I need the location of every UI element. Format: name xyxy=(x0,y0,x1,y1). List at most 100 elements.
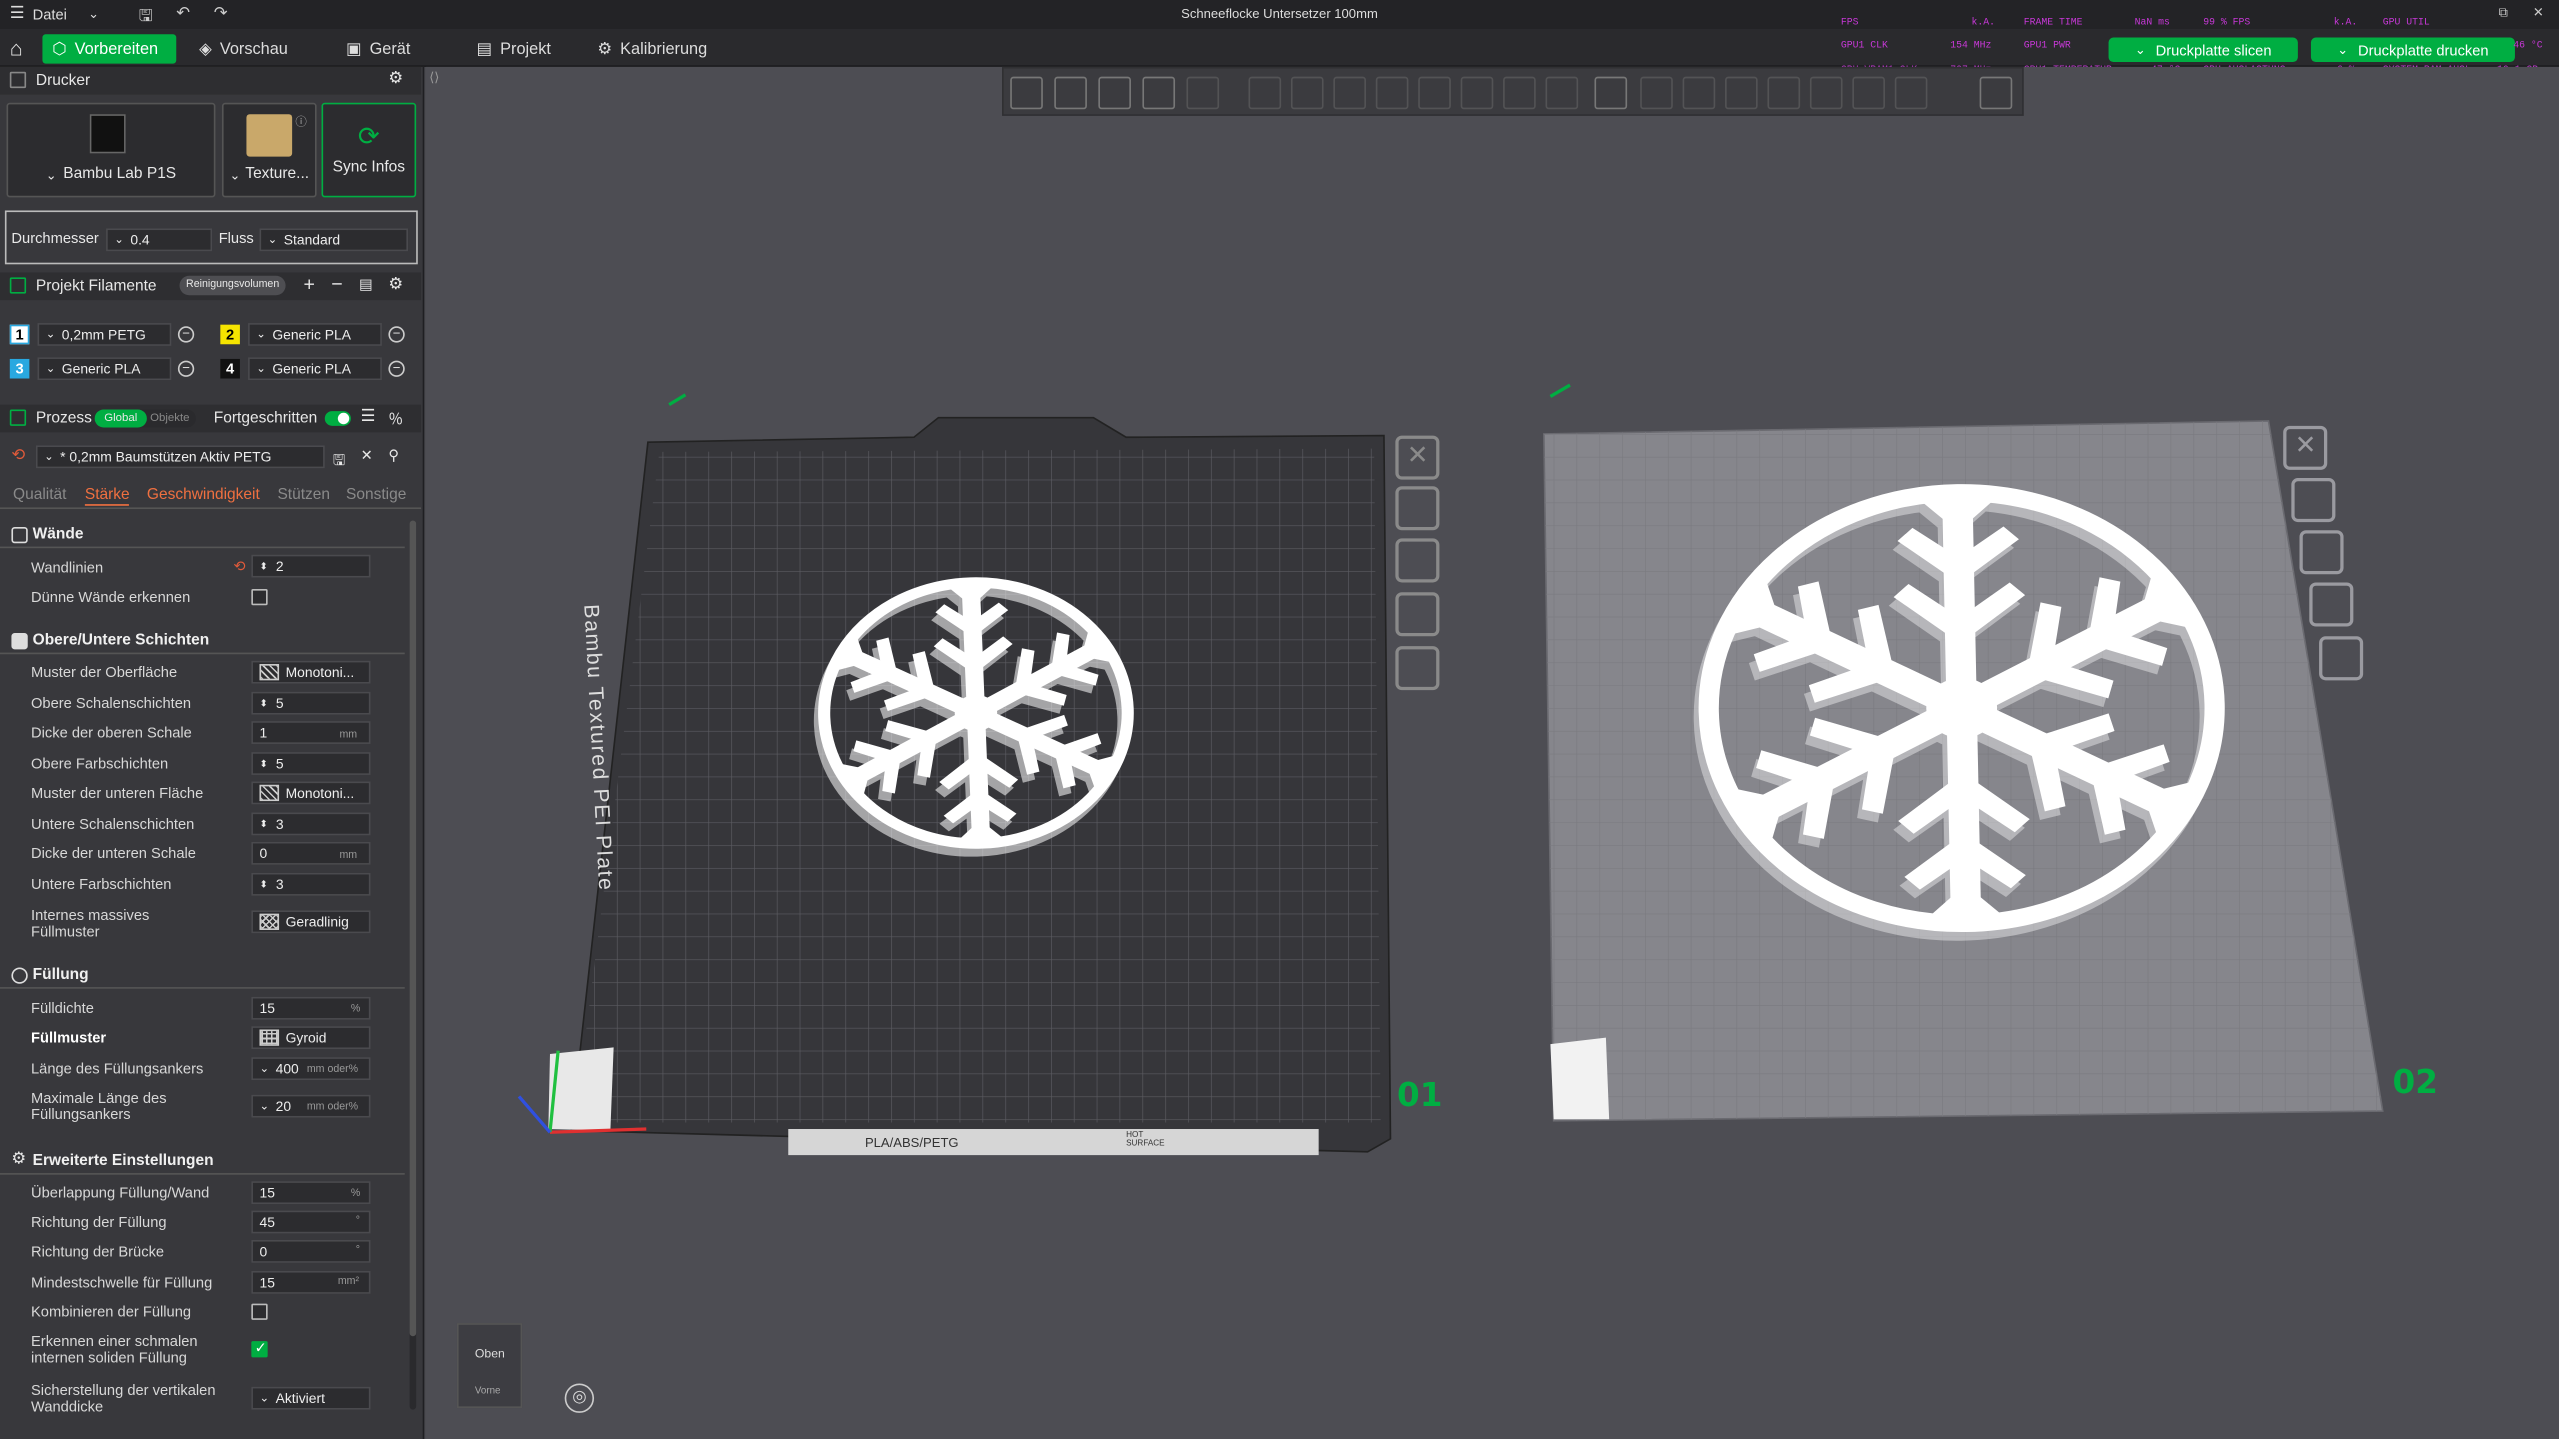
process-profile-select[interactable]: ⌄ * 0,2mm Baumstützen Aktiv PETG xyxy=(35,445,325,469)
filament-slot-3-select[interactable]: ⌄ Generic PLA xyxy=(37,357,172,381)
build-plate-2[interactable] xyxy=(1543,383,2384,1122)
tab-prepare[interactable]: ⬡ Vorbereiten xyxy=(42,34,177,64)
stepper-icon[interactable]: ⬍ xyxy=(259,560,267,572)
fps-value: k.A. xyxy=(1971,16,1995,28)
gear-icon[interactable]: ⚙ xyxy=(388,276,403,294)
filament-slot-1-select[interactable]: ⌄ 0,2mm PETG xyxy=(37,323,172,346)
tab-calibration[interactable]: ⚙ Kalibrierung xyxy=(588,34,717,63)
bridge-direction-input[interactable]: 0 xyxy=(251,1239,371,1263)
top-color-layers-input[interactable]: ⬍ 5 xyxy=(251,752,371,775)
lock-plate-icon[interactable] xyxy=(1395,592,1440,637)
print-plate-button[interactable]: ⌄ Druckplatte drucken xyxy=(2310,37,2515,62)
sync-info-button[interactable]: ⟳ Sync Infos xyxy=(321,102,417,198)
stepper-icon[interactable]: ⬍ xyxy=(259,758,267,769)
thin-walls-checkbox[interactable] xyxy=(251,588,268,606)
vertical-shell-select[interactable]: ⌄ Aktiviert xyxy=(251,1386,371,1410)
narrow-solid-checkbox[interactable]: ✓ xyxy=(251,1339,268,1358)
plate-settings-icon[interactable] xyxy=(1395,646,1440,691)
pattern-icon xyxy=(259,784,280,802)
edit-plate-icon[interactable] xyxy=(1549,383,1571,398)
scrollbar-thumb[interactable] xyxy=(409,520,417,1337)
tab-device[interactable]: ▣ Gerät xyxy=(336,34,420,63)
auto-orient-plate-icon[interactable] xyxy=(1395,486,1440,531)
close-plate-icon[interactable]: ✕ xyxy=(2283,425,2328,470)
build-plate-1[interactable] xyxy=(517,393,1392,1156)
advanced-toggle[interactable] xyxy=(324,411,351,426)
camera-view-icon[interactable]: ◎ xyxy=(564,1383,595,1413)
home-icon[interactable]: ⌂ xyxy=(10,36,23,60)
compare-icon[interactable]: ％ xyxy=(388,408,403,429)
combine-infill-checkbox[interactable] xyxy=(251,1303,268,1320)
filament-slot-3-badge: 3 xyxy=(9,358,30,379)
unit-mm: mm xyxy=(339,729,358,741)
search-icon[interactable]: ⚲ xyxy=(388,447,399,465)
remove-filament-icon[interactable]: − xyxy=(177,360,195,377)
plate-number-2: 02 xyxy=(2392,1062,2438,1102)
internal-solid-select[interactable]: Geradlinig xyxy=(251,910,371,934)
purge-volume-button[interactable]: Reinigungsvolumen xyxy=(179,275,286,296)
global-objects-toggle[interactable]: Global Objekte xyxy=(94,409,196,428)
auto-orient-plate-icon[interactable] xyxy=(2291,478,2336,523)
tab-supports[interactable]: Stützen xyxy=(277,486,330,504)
add-icon[interactable]: + xyxy=(304,272,315,295)
flow-select[interactable]: ⌄ Standard xyxy=(259,228,409,252)
toggle-objects[interactable]: Objekte xyxy=(150,410,189,428)
save-preset-icon[interactable]: 🖫 xyxy=(333,449,346,475)
top-shells-input[interactable]: ⬍ 5 xyxy=(251,691,371,715)
remove-filament-icon[interactable]: − xyxy=(177,326,195,343)
list-icon[interactable]: ☰ xyxy=(361,408,376,426)
plate-type-selector[interactable]: ⓘ ⌄ Texture... xyxy=(221,102,317,198)
slice-plate-button[interactable]: ⌄ Druckplatte slicen xyxy=(2108,37,2298,62)
reset-icon[interactable]: ⟲ xyxy=(11,447,25,465)
bottom-color-layers-input[interactable]: ⬍ 3 xyxy=(251,872,371,896)
bottom-shells-label: Untere Schalenschichten xyxy=(31,815,195,833)
tab-others[interactable]: Sonstige xyxy=(346,486,406,504)
stepper-icon[interactable]: ⬍ xyxy=(259,879,267,890)
tab-quality[interactable]: Qualität xyxy=(13,486,66,504)
diameter-select[interactable]: ⌄ 0.4 xyxy=(106,228,213,252)
filament-slot-2-select[interactable]: ⌄ Generic PLA xyxy=(248,323,382,346)
stepper-icon[interactable]: ⬍ xyxy=(259,818,267,830)
tab-project[interactable]: ▤ Projekt xyxy=(467,34,561,63)
close-window-icon[interactable]: ✕ xyxy=(2533,5,2544,20)
plate-settings-icon[interactable] xyxy=(2319,636,2364,681)
remove-filament-icon[interactable]: − xyxy=(388,326,405,343)
toggle-global[interactable]: Global xyxy=(94,409,147,428)
info-icon[interactable]: ⓘ xyxy=(295,114,306,130)
bottom-pattern-select[interactable]: Monotoni... xyxy=(251,781,371,805)
chevron-down-icon: ⌄ xyxy=(267,234,278,247)
restore-window-icon[interactable]: ⧉ xyxy=(2499,5,2508,21)
gear-icon[interactable]: ⚙ xyxy=(388,70,403,88)
tab-preview[interactable]: ◈ Vorschau xyxy=(189,34,297,63)
wall-loops-input[interactable]: ⬍ 2 xyxy=(251,554,371,578)
view-cube-top[interactable]: Oben xyxy=(475,1346,505,1361)
lock-plate-icon[interactable] xyxy=(2309,582,2354,627)
sync-ams-icon[interactable]: ▤ xyxy=(359,276,373,294)
edit-plate-icon[interactable] xyxy=(668,393,687,407)
printer-icon xyxy=(9,71,27,89)
infill-direction-input[interactable]: 45 xyxy=(251,1210,371,1234)
tab-speed[interactable]: Geschwindigkeit xyxy=(147,486,260,504)
close-icon[interactable]: ✕ xyxy=(361,447,373,465)
arrange-plate-icon[interactable] xyxy=(1395,538,1440,583)
walls-icon xyxy=(11,526,28,544)
reset-icon[interactable]: ⟲ xyxy=(233,558,245,576)
remove-filament-icon[interactable]: − xyxy=(388,360,405,377)
filament-slot-1-badge: 1 xyxy=(9,324,30,345)
remove-icon[interactable]: − xyxy=(331,272,342,295)
filament-slot-4-select[interactable]: ⌄ Generic PLA xyxy=(248,357,382,381)
stepper-icon[interactable]: ⬍ xyxy=(259,697,267,709)
view-cube[interactable]: Oben Vorne xyxy=(456,1323,523,1409)
top-pattern-select[interactable]: Monotoni... xyxy=(251,660,371,684)
close-plate-icon[interactable]: ✕ xyxy=(1395,435,1440,480)
plate-material-label: PLA/ABS/PETG xyxy=(864,1135,959,1151)
bottom-shells-input[interactable]: ⬍ 3 xyxy=(251,812,371,836)
view-cube-front[interactable]: Vorne xyxy=(475,1387,501,1397)
arrange-plate-icon[interactable] xyxy=(2299,530,2344,575)
scrollbar[interactable] xyxy=(409,520,417,1410)
bottom-color-layers-label: Untere Farbschichten xyxy=(31,876,172,893)
tab-strength[interactable]: Stärke xyxy=(84,486,130,506)
infill-pattern-select[interactable]: Gyroid xyxy=(251,1026,371,1050)
printer-selector[interactable]: ⌄ Bambu Lab P1S xyxy=(6,102,216,198)
project-icon: ▤ xyxy=(476,39,492,58)
